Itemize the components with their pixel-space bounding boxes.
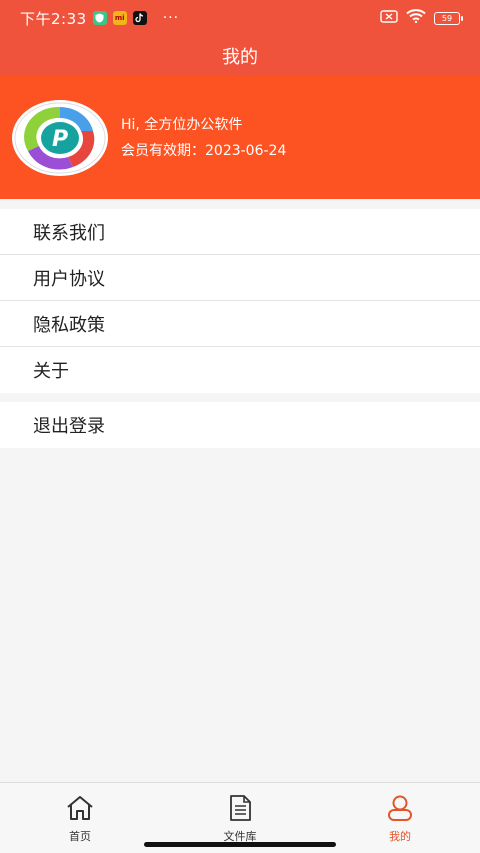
tab-home[interactable]: 首页 — [0, 783, 160, 853]
menu-item-user-agreement[interactable]: 用户协议 — [0, 255, 480, 301]
status-time: 下午2:33 — [20, 9, 87, 28]
menu-item-about[interactable]: 关于 — [0, 347, 480, 393]
status-bar: 下午2:33 mi ··· 59 — [0, 0, 480, 36]
profile-card[interactable]: P Hi, 全方位办公软件 会员有效期：2023-06-24 — [0, 76, 480, 199]
logout-button[interactable]: 退出登录 — [0, 402, 480, 448]
home-icon — [65, 794, 95, 825]
tiktok-icon — [132, 11, 147, 25]
more-notifications: ··· — [162, 10, 180, 26]
tab-home-label: 首页 — [69, 830, 91, 843]
mi-app-icon: mi — [112, 11, 127, 25]
shield-app-icon — [92, 11, 107, 25]
menu-item-privacy-policy[interactable]: 隐私政策 — [0, 301, 480, 347]
wifi-icon — [406, 9, 426, 27]
battery-indicator: 59 — [434, 11, 463, 25]
settings-menu: 联系我们 用户协议 隐私政策 关于 — [0, 209, 480, 393]
home-indicator[interactable] — [144, 842, 336, 847]
sim-off-icon — [380, 9, 398, 27]
profile-greeting: Hi, 全方位办公软件 — [121, 116, 243, 133]
tab-mine[interactable]: 我的 — [320, 783, 480, 853]
page-title: 我的 — [0, 36, 480, 76]
tab-mine-label: 我的 — [389, 830, 411, 843]
menu-item-contact-us[interactable]: 联系我们 — [0, 209, 480, 255]
svg-text:P: P — [52, 127, 68, 152]
person-icon — [385, 794, 415, 825]
membership-expiry: 会员有效期：2023-06-24 — [121, 142, 287, 159]
app-logo-avatar: P — [12, 99, 108, 176]
document-icon — [225, 794, 255, 825]
